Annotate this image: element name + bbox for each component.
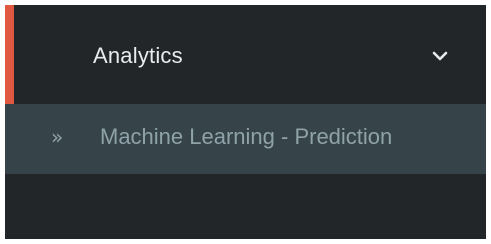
menu-section-analytics[interactable]: Analytics <box>5 5 486 104</box>
active-section-indicator <box>5 5 14 104</box>
section-label-analytics: Analytics <box>93 43 183 68</box>
submenu-analytics: » Machine Learning - Prediction <box>5 104 486 174</box>
double-chevron-right-icon: » <box>51 125 64 149</box>
submenu-item-machine-learning-prediction[interactable]: » Machine Learning - Prediction <box>5 104 486 174</box>
chevron-down-icon[interactable] <box>431 49 449 63</box>
sidebar-empty-area <box>5 174 486 239</box>
sidebar-menu-frame: Analytics » Machine Learning - Predictio… <box>5 5 486 239</box>
submenu-item-label: Machine Learning - Prediction <box>100 124 393 149</box>
